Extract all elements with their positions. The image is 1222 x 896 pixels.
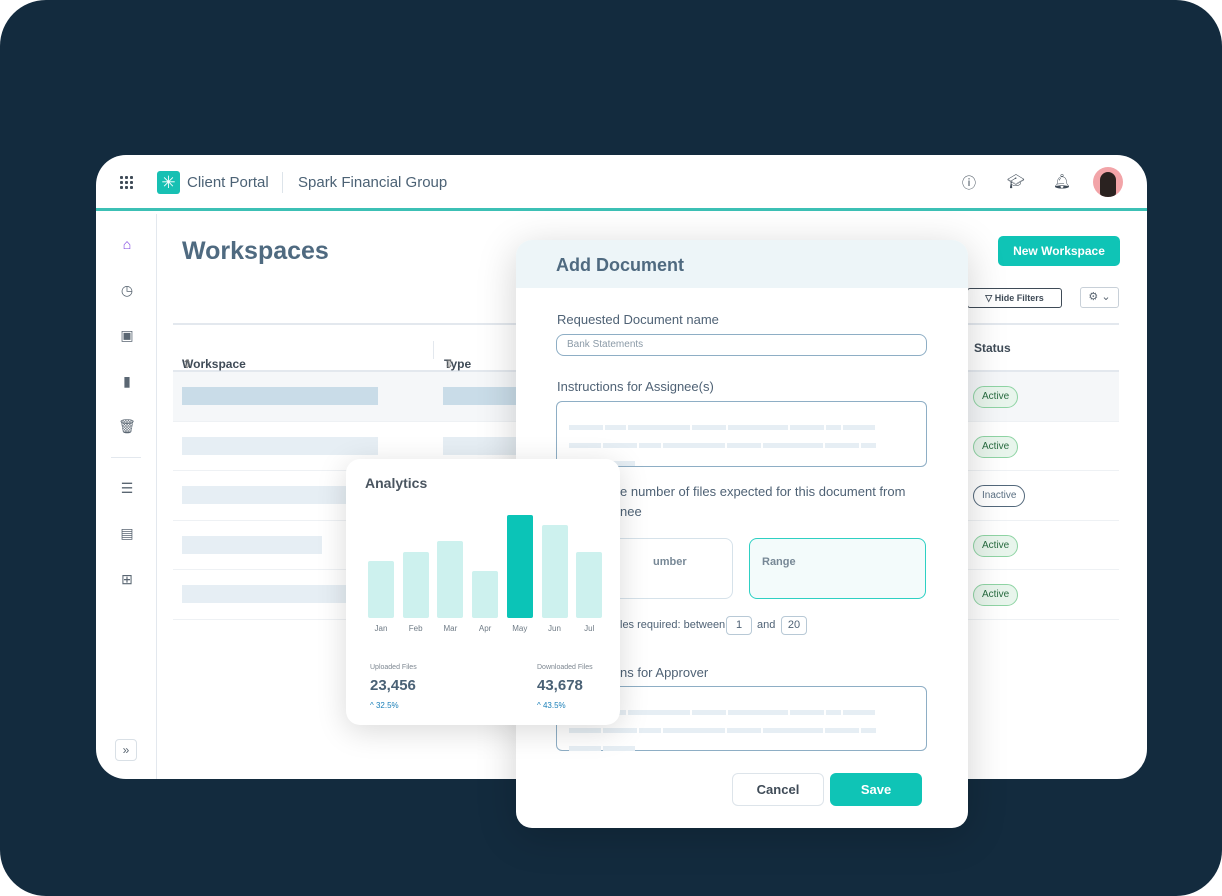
name-placeholder xyxy=(182,436,378,455)
files-label-line2: nee xyxy=(620,504,642,519)
month-label: Mar xyxy=(443,624,458,633)
status-badge: Active xyxy=(973,534,1019,557)
help-icon[interactable]: ⓘ xyxy=(962,173,976,193)
tasks-icon[interactable]: ▮ xyxy=(118,373,136,390)
home-icon[interactable]: ⌂ xyxy=(118,236,136,252)
bar-jan xyxy=(368,561,394,618)
name-placeholder xyxy=(182,486,346,504)
org-name[interactable]: Spark Financial Group xyxy=(298,174,447,191)
bar-feb xyxy=(402,552,429,618)
type-placeholder xyxy=(443,436,523,455)
status-badge: Active xyxy=(973,435,1019,458)
status-badge: Inactive xyxy=(973,485,1026,507)
dialog-header: Add Document xyxy=(516,240,968,288)
assignee-instructions-textarea[interactable] xyxy=(556,401,927,467)
divider xyxy=(282,172,283,193)
settings-dropdown[interactable]: ⚙ ⌄ xyxy=(1080,287,1119,308)
bar-jul xyxy=(576,552,603,618)
bar-apr xyxy=(472,570,499,618)
range-max-input[interactable]: 20 xyxy=(781,616,807,635)
range-prefix: les required: between xyxy=(620,619,726,631)
month-label: Jan xyxy=(374,624,388,633)
page-title: Workspaces xyxy=(182,237,329,265)
history-icon[interactable]: ◷ xyxy=(118,282,136,299)
uploaded-change: ^ 32.5% xyxy=(370,701,399,710)
downloaded-label: Downloaded Files xyxy=(537,664,593,671)
logo-icon: ✳ xyxy=(157,171,180,194)
bar-may xyxy=(506,515,533,618)
status-badge: Active xyxy=(973,584,1019,606)
settings-sliders-icon[interactable]: ☰ xyxy=(118,480,136,497)
month-label: May xyxy=(512,624,528,633)
hide-filters-label: Hide Filters xyxy=(994,293,1044,303)
sidebar-divider xyxy=(111,457,141,458)
column-divider xyxy=(433,341,434,359)
type-placeholder xyxy=(443,387,523,405)
approver-label: ns for Approver xyxy=(620,665,709,680)
downloaded-value: 43,678 xyxy=(537,677,583,694)
files-label-line1: e number of files expected for this docu… xyxy=(620,484,906,499)
analytics-title: Analytics xyxy=(365,475,428,491)
learning-cap-icon[interactable]: 🎓︎ xyxy=(1007,173,1025,190)
reports-icon[interactable]: ▤ xyxy=(118,525,136,542)
apps-grid-icon[interactable] xyxy=(120,176,133,189)
sort-icon: ⇕ xyxy=(444,357,455,371)
month-label: Apr xyxy=(478,624,492,633)
gear-icon: ⚙ xyxy=(1088,291,1099,303)
range-and: and xyxy=(757,619,776,631)
month-label: Jun xyxy=(548,624,561,633)
trash-icon[interactable]: 🗑︎ xyxy=(118,418,136,435)
analytics-card: Analytics Jan Feb Mar Apr May Jun Jul Uploaded… xyxy=(346,459,620,725)
status-badge: Active xyxy=(973,386,1019,408)
save-button[interactable]: Save xyxy=(830,773,922,806)
assignee-label: Instructions for Assignee(s) xyxy=(557,379,714,394)
bar-jun xyxy=(541,525,568,618)
month-label: Feb xyxy=(408,624,423,633)
name-placeholder xyxy=(182,585,346,603)
chevron-down-icon: ⌄ xyxy=(1101,291,1111,303)
new-workspace-button[interactable]: New Workspace xyxy=(998,236,1120,266)
top-header: ✳ Client Portal Spark Financial Group ⓘ … xyxy=(96,155,1147,211)
hide-filters-button[interactable]: ▽ Hide Filters xyxy=(967,288,1062,308)
doc-name-label: Requested Document name xyxy=(557,312,719,327)
sort-icon: ⇕ xyxy=(182,357,193,371)
avatar[interactable] xyxy=(1093,167,1123,197)
dialog-title: Add Document xyxy=(556,255,684,275)
bell-icon[interactable]: 🔔︎ xyxy=(1053,173,1071,190)
filter-icon: ▽ xyxy=(985,293,995,303)
app-name: Client Portal xyxy=(187,174,269,191)
range-min-input[interactable]: 1 xyxy=(726,616,752,635)
col-status[interactable]: Status xyxy=(974,341,1011,355)
name-placeholder xyxy=(182,387,378,405)
uploaded-label: Uploaded Files xyxy=(370,664,417,671)
option-range[interactable]: Range xyxy=(749,538,926,599)
month-label: Jul xyxy=(584,624,595,633)
widgets-icon[interactable]: ⊞ xyxy=(118,571,136,588)
chevrons-right-icon[interactable]: » xyxy=(115,739,137,761)
downloaded-change: ^ 43.5% xyxy=(537,701,566,710)
doc-name-input[interactable]: Bank Statements xyxy=(556,334,927,356)
cancel-button[interactable]: Cancel xyxy=(732,773,824,806)
documents-icon[interactable]: ▣ xyxy=(118,327,136,344)
bar-mar xyxy=(437,540,464,618)
sidebar: ⌂ ◷ ▣ ▮ 🗑︎ ☰ ▤ ⊞ » xyxy=(96,214,157,779)
uploaded-value: 23,456 xyxy=(370,677,416,694)
name-placeholder xyxy=(182,535,322,554)
